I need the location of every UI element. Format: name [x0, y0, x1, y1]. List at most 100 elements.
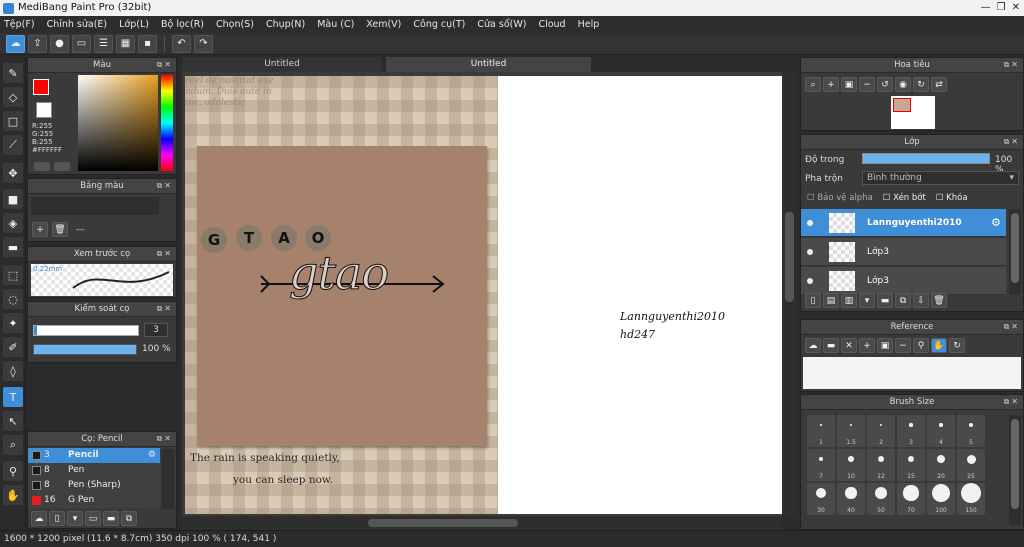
- hand-tool-icon[interactable]: ✋: [3, 485, 23, 505]
- gradient-tool-icon[interactable]: ▬: [3, 237, 23, 257]
- nav-zoom-out-icon[interactable]: −: [859, 77, 875, 92]
- ref-close-icon[interactable]: ✕: [841, 338, 857, 353]
- menu-select[interactable]: Chọn(S): [216, 19, 254, 30]
- brush-size-field[interactable]: 3: [144, 323, 168, 337]
- nav-rotate-reset-icon[interactable]: ◉: [895, 77, 911, 92]
- menu-filter[interactable]: Bộ lọc(R): [161, 19, 204, 30]
- saturation-picker[interactable]: [78, 75, 158, 171]
- ref-fit-icon[interactable]: ▣: [877, 338, 893, 353]
- layer-folder-icon[interactable]: ▬: [877, 293, 893, 308]
- maximize-button[interactable]: ❐: [997, 0, 1006, 16]
- menu-layer[interactable]: Lớp(L): [119, 19, 149, 30]
- text-tool-icon[interactable]: T: [3, 387, 23, 407]
- select-tool-icon[interactable]: ⬚: [3, 265, 23, 285]
- eye-icon[interactable]: [807, 220, 813, 226]
- eraser-tool-icon[interactable]: ◇: [3, 87, 23, 107]
- folder-icon[interactable]: ▬: [103, 511, 119, 526]
- layer-row[interactable]: Lớp3: [801, 238, 1006, 266]
- layer-opacity-slider[interactable]: [862, 153, 990, 164]
- blend-mode-select[interactable]: Bình thường ▾: [862, 171, 1019, 185]
- cloud-icon[interactable]: ☁: [6, 34, 25, 53]
- redo-icon[interactable]: ↷: [194, 34, 213, 53]
- ref-open-icon[interactable]: ▬: [823, 338, 839, 353]
- new-8bit-layer-icon[interactable]: ▥: [841, 293, 857, 308]
- grid-icon[interactable]: ▦: [116, 34, 135, 53]
- brush-item-gpen[interactable]: 16 G Pen: [28, 493, 160, 508]
- menu-window[interactable]: Cửa sổ(W): [477, 19, 526, 30]
- export-icon[interactable]: ⇪: [28, 34, 47, 53]
- nav-rotate-right-icon[interactable]: ↻: [913, 77, 929, 92]
- new-layer-icon[interactable]: ▯: [805, 293, 821, 308]
- background-color-swatch[interactable]: [36, 102, 52, 118]
- line-tool-icon[interactable]: ⟋: [3, 135, 23, 155]
- copy-brush-icon[interactable]: ▭: [85, 511, 101, 526]
- fill-rect-tool-icon[interactable]: ■: [3, 189, 23, 209]
- cloud-brush-icon[interactable]: ☁: [31, 511, 47, 526]
- brush-item-pencil[interactable]: 3 Pencil ⚙: [28, 448, 160, 463]
- ref-zoom-out-icon[interactable]: −: [895, 338, 911, 353]
- select-eraser-icon[interactable]: ◊: [3, 361, 23, 381]
- eye-icon[interactable]: [807, 278, 813, 284]
- brush-opacity-slider[interactable]: [33, 344, 137, 355]
- menu-help[interactable]: Help: [578, 19, 600, 30]
- ref-eyedropper-icon[interactable]: ⚲: [913, 338, 929, 353]
- eyedropper-icon[interactable]: ⌕: [3, 435, 23, 455]
- tiles-icon[interactable]: ▪: [138, 34, 157, 53]
- canvas-area[interactable]: réel de nostrud exe ndum. Duis aute in i…: [182, 72, 782, 516]
- brush-menu-icon[interactable]: ▾: [67, 511, 83, 526]
- brush-item-pen-sharp[interactable]: 8 Pen (Sharp): [28, 478, 160, 493]
- bucket-tool-icon[interactable]: ◈: [3, 213, 23, 233]
- nav-flip-icon[interactable]: ⇄: [931, 77, 947, 92]
- delete-palette-icon[interactable]: 🗑: [52, 222, 68, 237]
- palette-list[interactable]: [31, 197, 159, 215]
- rect-tool-icon[interactable]: □: [3, 111, 23, 131]
- lock-checkbox[interactable]: ☐ Khóa: [936, 193, 968, 203]
- layer-row[interactable]: Lớp3: [801, 267, 1006, 295]
- select-pen-icon[interactable]: ✐: [3, 337, 23, 357]
- operation-tool-icon[interactable]: ↖: [3, 411, 23, 431]
- add-layer-menu-icon[interactable]: ▾: [859, 293, 875, 308]
- menu-cloud[interactable]: Cloud: [538, 19, 565, 30]
- ref-cloud-icon[interactable]: ☁: [805, 338, 821, 353]
- magic-wand-icon[interactable]: ✦: [3, 313, 23, 333]
- canvas-page[interactable]: réel de nostrud exe ndum. Duis aute in i…: [185, 76, 782, 514]
- hue-slider[interactable]: [161, 75, 173, 171]
- merge-layer-icon[interactable]: ⇩: [913, 293, 929, 308]
- brush-list-scrollbar[interactable]: [162, 449, 174, 509]
- nav-zoom-in-icon[interactable]: +: [823, 77, 839, 92]
- reset-color-button[interactable]: [54, 162, 70, 171]
- navigator-thumbnail[interactable]: [891, 96, 935, 129]
- nav-zoom-fit-icon[interactable]: ⌕: [805, 77, 821, 92]
- brush-tool-icon[interactable]: ✎: [3, 63, 23, 83]
- brush-item-pen[interactable]: 8 Pen: [28, 463, 160, 478]
- chat-icon[interactable]: ●: [50, 34, 69, 53]
- new-brush-icon[interactable]: ▯: [49, 511, 65, 526]
- dropper-icon[interactable]: ⚲: [3, 461, 23, 481]
- layer-row[interactable]: Lannguyenthi2010 ⚙: [801, 209, 1006, 237]
- swap-color-button[interactable]: [34, 162, 50, 171]
- menu-snap[interactable]: Chụp(N): [266, 19, 305, 30]
- reference-view[interactable]: [803, 357, 1021, 389]
- menu-tools[interactable]: Công cụ(T): [413, 19, 465, 30]
- lasso-tool-icon[interactable]: ◌: [3, 289, 23, 309]
- menu-view[interactable]: Xem(V): [366, 19, 401, 30]
- undo-icon[interactable]: ↶: [172, 34, 191, 53]
- ref-hand-icon[interactable]: ✋: [931, 338, 947, 353]
- note-icon[interactable]: ▭: [72, 34, 91, 53]
- add-palette-icon[interactable]: +: [32, 222, 48, 237]
- close-button[interactable]: ✕: [1012, 0, 1020, 16]
- menu-file[interactable]: Tệp(F): [4, 19, 35, 30]
- tab-untitled-2[interactable]: Untitled: [386, 57, 591, 72]
- tab-untitled-1[interactable]: Untitled: [182, 57, 382, 72]
- nav-rotate-left-icon[interactable]: ↺: [877, 77, 893, 92]
- foreground-color-swatch[interactable]: [33, 79, 49, 95]
- vertical-scrollbar[interactable]: [782, 72, 797, 516]
- layer-settings-icon[interactable]: ⚙: [991, 216, 1001, 229]
- clipping-checkbox[interactable]: ☐ Xén bớt: [883, 193, 926, 203]
- protect-alpha-checkbox[interactable]: ☐ Bảo vệ alpha: [807, 193, 873, 203]
- duplicate-layer-icon[interactable]: ⧉: [895, 293, 911, 308]
- horizontal-scrollbar[interactable]: [182, 516, 782, 530]
- brush-size-slider[interactable]: [33, 325, 139, 336]
- brush-settings-icon[interactable]: ⚙: [148, 448, 156, 463]
- ref-rotate-icon[interactable]: ↻: [949, 338, 965, 353]
